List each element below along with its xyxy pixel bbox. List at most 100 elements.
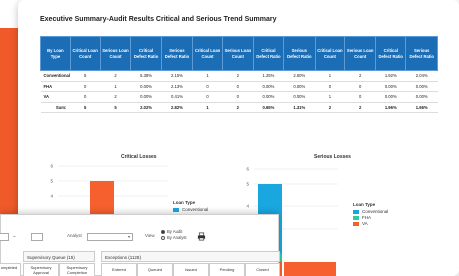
- serious-legend-item: VA: [353, 221, 388, 226]
- table-cell: 5: [70, 101, 101, 113]
- row-label: Conventional: [40, 70, 71, 82]
- table-cell: 5.38%: [130, 70, 162, 82]
- table-cell: 0: [222, 91, 254, 103]
- table-cell: 0: [315, 81, 345, 92]
- table-cell: 0.00%: [375, 81, 406, 92]
- radio-by-analyst[interactable]: By Analyst: [161, 235, 187, 240]
- table-cell: 0: [222, 81, 254, 92]
- column-header: Critical Loan Count: [69, 36, 101, 71]
- radio-by-audit[interactable]: By Audit: [161, 229, 187, 234]
- table-cell: 2.02%: [130, 101, 162, 113]
- radio-dot: [161, 229, 165, 234]
- exceptions-col-issued[interactable]: Issued: [173, 263, 209, 276]
- table-cell: 2: [315, 101, 345, 113]
- table-cell: 0.00%: [130, 81, 162, 92]
- table-cell: 0.65%: [253, 101, 284, 113]
- serious-legend-title: Loan Type: [353, 202, 376, 207]
- table-cell: 1: [315, 91, 345, 103]
- serious-legend-item: Conventional: [353, 209, 388, 214]
- queue-col-supervisory-completion[interactable]: Supervisory Completion: [59, 263, 95, 276]
- table-cell: 0: [344, 91, 376, 103]
- column-header: Critical Loan Count: [314, 36, 346, 71]
- table-cell: 0.00%: [405, 81, 438, 92]
- table-cell: 5: [100, 101, 131, 113]
- report-title: Executive Summary-Audit Results Critical…: [40, 16, 277, 23]
- table-cell: 0.41%: [161, 91, 193, 103]
- table-cell: 0: [192, 81, 223, 92]
- table-cell: 1: [315, 70, 345, 82]
- view-label: View: [145, 233, 155, 238]
- radio-label: By Audit: [167, 229, 183, 234]
- column-header: Serious Loan Count: [221, 36, 254, 71]
- queue-col-completed[interactable]: ompleted: [0, 263, 21, 276]
- table-cell: 0.00%: [283, 81, 316, 92]
- chevron-down-icon: ▾: [127, 234, 130, 239]
- y-tick-label: 5: [50, 179, 53, 184]
- legend-label: FHA: [362, 215, 371, 220]
- y-tick-label: 4: [50, 194, 53, 199]
- table-cell: 2: [222, 101, 254, 113]
- table-cell: 2: [344, 70, 376, 82]
- table-cell: 0: [344, 81, 376, 92]
- column-header: Serious Defect Ratio: [283, 36, 316, 71]
- y-tick-label: 6: [50, 164, 53, 169]
- y-tick-label: 4: [246, 204, 249, 209]
- column-header: Serious Loan Count: [99, 36, 132, 71]
- summary-table: By Loan Type Critical Loan Count Serious L…: [40, 36, 438, 113]
- table-row: Conventional 5 2 5.38% 2.15% 1 2 1.25% 2.50% 1 2 1.…: [40, 70, 438, 82]
- table-cell: 5: [70, 70, 101, 82]
- column-header-loan-type: By Loan Type: [40, 36, 71, 71]
- exceptions-col-closed[interactable]: Closed: [245, 263, 280, 276]
- supervisory-queue-header[interactable]: Supervisory Queue (15): [23, 251, 95, 262]
- legend-swatch: [353, 209, 359, 214]
- legend-label: Conventional: [182, 207, 209, 212]
- analyst-select[interactable]: ▾: [87, 233, 133, 241]
- table-cell: 0.00%: [130, 91, 162, 103]
- table-cell: 1.92%: [375, 70, 406, 82]
- analyst-label: Analyst: [67, 233, 82, 238]
- table-cell: 2: [344, 101, 376, 113]
- table-cell: 2.13%: [161, 81, 193, 92]
- date-from-input[interactable]: [0, 233, 9, 241]
- critical-legend: Loan Type Conventional: [173, 200, 208, 213]
- table-cell: 2: [222, 70, 254, 82]
- legend-swatch: [173, 207, 179, 212]
- y-tick-label: 5: [246, 182, 249, 187]
- exceptions-col-entered[interactable]: Entered: [101, 263, 137, 276]
- row-label: FHA: [40, 81, 71, 92]
- table-cell: 1: [100, 81, 131, 92]
- y-tick-label: 6: [246, 167, 249, 172]
- row-label: Sum:: [40, 101, 71, 113]
- table-cell: 2.04%: [405, 70, 438, 82]
- exceptions-header[interactable]: Exceptions (1128): [101, 251, 280, 262]
- table-cell: 0.00%: [375, 91, 406, 103]
- legend-swatch: [353, 221, 359, 226]
- serious-legend: Loan Type Conventional FHA VA: [353, 202, 388, 227]
- table-cell: 2: [100, 91, 131, 103]
- date-separator: –: [13, 234, 16, 240]
- row-label: VA: [40, 91, 71, 103]
- queue-col-supervisory-approval[interactable]: Supervisory Approval: [23, 263, 59, 276]
- table-cell: 1.31%: [283, 101, 316, 113]
- radio-dot: [161, 235, 165, 240]
- legend-label: Conventional: [362, 209, 389, 214]
- table-cell: 1.66%: [405, 101, 438, 113]
- table-cell: 2: [100, 70, 131, 82]
- table-cell: 0.00%: [253, 91, 284, 103]
- table-sum-row: Sum: 5 5 2.02% 2.82% 1 2 0.65% 1.31% 2 2 1.96% 1.66%: [40, 101, 438, 113]
- table-cell: 0.00%: [405, 91, 438, 103]
- column-header: Critical Loan Count: [192, 36, 223, 71]
- exceptions-col-pending[interactable]: Pending: [209, 263, 245, 276]
- table-header-row: By Loan Type Critical Loan Count Serious L…: [40, 36, 438, 71]
- table-cell: 0.00%: [253, 81, 284, 92]
- table-cell: 0: [192, 91, 223, 103]
- table-cell: 1.96%: [375, 101, 406, 113]
- critical-legend-item: Conventional: [173, 207, 208, 212]
- column-header: Critical Defect Ratio: [252, 36, 285, 71]
- exceptions-col-queued[interactable]: Queued: [137, 263, 173, 276]
- serious-bar-va-right: [284, 262, 336, 276]
- date-to-input[interactable]: [31, 233, 43, 241]
- printer-icon[interactable]: [197, 232, 206, 241]
- serious-chart-title: Serious Losses: [314, 154, 351, 160]
- legend-swatch: [353, 215, 359, 220]
